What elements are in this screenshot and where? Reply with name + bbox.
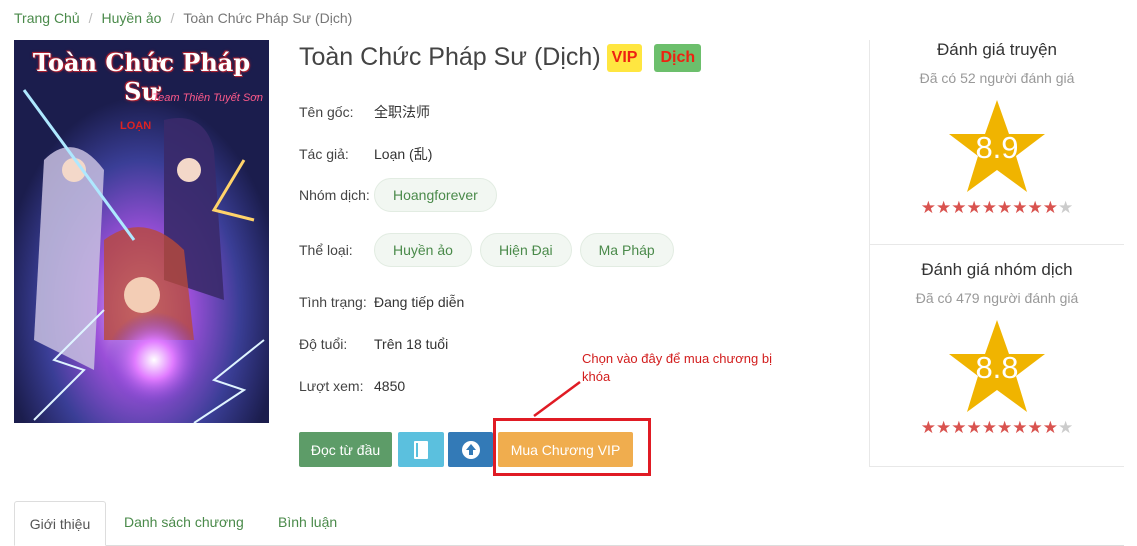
genre-tag[interactable]: Huyền ảo — [374, 233, 472, 267]
group-rating-title: Đánh giá nhóm dịch — [921, 260, 1073, 279]
info-status: Tình trạng: Đang tiếp diễn — [299, 294, 464, 310]
group-star-rating[interactable]: ★★★★★★★★★★ — [870, 418, 1124, 438]
info-original-name: Tên gốc: 全职法师 — [299, 102, 430, 122]
cover-subtitle: Team Thiên Tuyết Sơn — [152, 92, 263, 104]
breadcrumb-separator: / — [170, 10, 175, 26]
story-rating: Đánh giá truyện Đã có 52 người đánh giá … — [870, 40, 1124, 218]
breadcrumb-separator: / — [88, 10, 93, 26]
info-label: Thể loại: — [299, 242, 353, 258]
info-label: Nhóm dịch: — [299, 187, 370, 203]
original-name-value: 全职法师 — [374, 104, 430, 120]
tab-chapter-list[interactable]: Danh sách chương — [124, 501, 244, 543]
read-from-start-button[interactable]: Đọc từ đầu — [299, 432, 392, 467]
story-cover-image: Toàn Chức Pháp Sư Team Thiên Tuyết Sơn L… — [14, 40, 269, 423]
info-label: Tác giả: — [299, 146, 349, 162]
story-star-rating[interactable]: ★★★★★★★★★★ — [870, 198, 1124, 218]
story-score-star: 8.9 — [947, 98, 1047, 194]
group-score-star: 8.8 — [947, 318, 1047, 414]
info-label: Tên gốc: — [299, 104, 354, 120]
genre-tag[interactable]: Hiện Đại — [479, 233, 572, 267]
info-views: Lượt xem: 4850 — [299, 378, 405, 394]
rating-panel: Đánh giá truyện Đã có 52 người đánh giá … — [869, 40, 1124, 467]
info-genres: Thể loại: Huyền ảo Hiện Đại Ma Pháp — [299, 233, 682, 267]
views-value: 4850 — [374, 378, 406, 394]
author-value: Loạn (乱) — [374, 146, 433, 162]
info-label: Lượt xem: — [299, 378, 364, 394]
annotation-note: Chọn vào đây để mua chương bị khóa — [582, 351, 772, 384]
story-score: 8.9 — [975, 130, 1019, 165]
bookmark-button[interactable] — [398, 432, 444, 467]
genre-tag[interactable]: Ma Pháp — [579, 233, 674, 267]
info-group: Nhóm dịch: Hoangforever — [299, 178, 505, 212]
story-title: Toàn Chức Pháp Sư (Dịch) — [299, 43, 601, 71]
info-age: Độ tuổi: Trên 18 tuổi — [299, 336, 448, 352]
follow-button[interactable] — [448, 432, 493, 467]
breadcrumb: Trang Chủ / Huyền ảo / Toàn Chức Pháp Sư (Dị… — [14, 10, 352, 26]
vip-badge: VIP — [606, 43, 643, 72]
info-label: Tình trạng: — [299, 294, 367, 310]
arrow-up-circle-icon — [461, 440, 480, 459]
info-label: Độ tuổi: — [299, 336, 348, 352]
group-link[interactable]: Hoangforever — [374, 178, 497, 212]
annotation-arrow — [533, 380, 581, 418]
group-rating-count: Đã có 479 người đánh giá — [915, 290, 1079, 306]
group-rating: Đánh giá nhóm dịch Đã có 479 người đánh … — [870, 260, 1124, 438]
cover-author-tag: LOẠN — [120, 120, 152, 132]
breadcrumb-home-link[interactable]: Trang Chủ — [14, 10, 80, 26]
tab-introduction[interactable]: Giới thiệu — [14, 501, 106, 546]
status-value: Đang tiếp diễn — [374, 294, 465, 310]
story-rating-count: Đã có 52 người đánh giá — [919, 70, 1075, 86]
info-author: Tác giả: Loạn (乱) — [299, 144, 432, 164]
translated-badge: Dịch — [654, 43, 702, 72]
tab-comments[interactable]: Bình luận — [278, 501, 337, 543]
buy-vip-chapter-button[interactable]: Mua Chương VIP — [498, 432, 633, 467]
story-tabs: Giới thiệu Danh sách chương Bình luận — [14, 501, 1124, 546]
breadcrumb-current: Toàn Chức Pháp Sư (Dịch) — [183, 10, 353, 26]
breadcrumb-category-link[interactable]: Huyền ảo — [102, 10, 162, 26]
rating-divider — [870, 244, 1124, 245]
story-rating-title: Đánh giá truyện — [936, 40, 1058, 59]
story-title-row: Toàn Chức Pháp Sư (Dịch) VIP Dịch — [299, 43, 702, 72]
group-score: 8.8 — [975, 350, 1019, 385]
book-icon — [414, 440, 428, 459]
age-value: Trên 18 tuổi — [374, 336, 449, 352]
